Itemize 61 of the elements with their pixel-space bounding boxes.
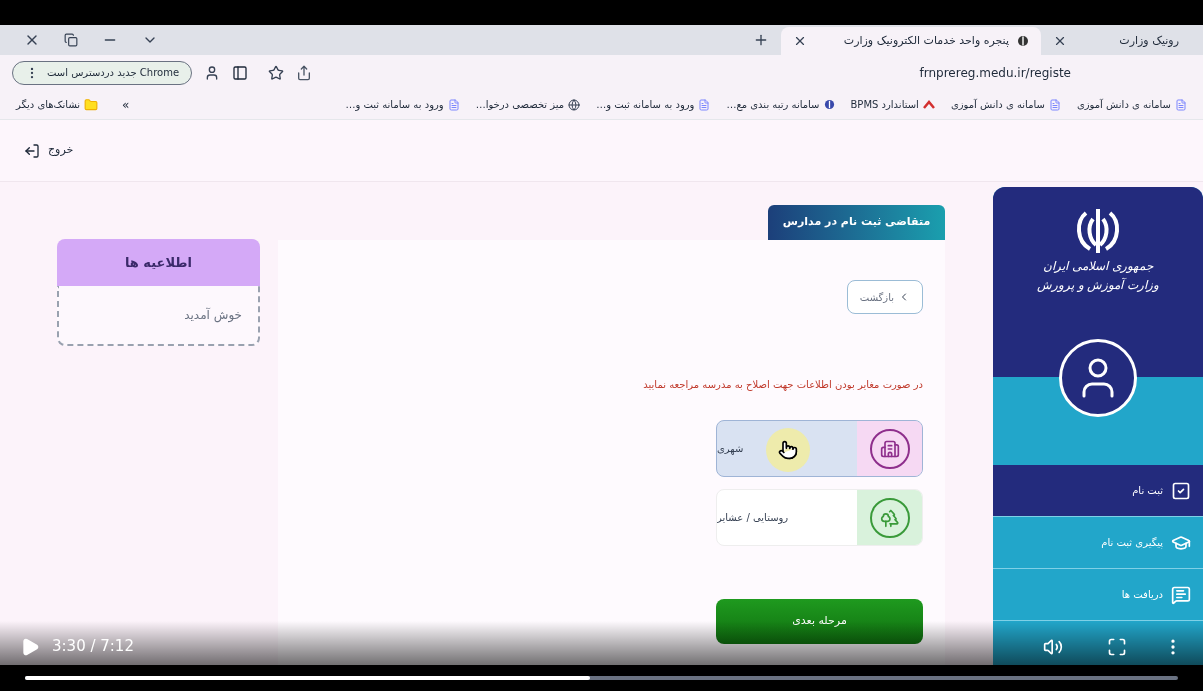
bookmark-label: سامانه ی دانش آموزی [1076,98,1171,112]
bookmark-item[interactable]: استاندارد BPMS [850,97,935,112]
bookmark-item[interactable]: میز تخصصی درخوا… [475,97,581,112]
back-button[interactable]: بازگشت [846,280,923,314]
fullscreen-icon[interactable] [1107,637,1127,657]
city-icon [869,428,910,469]
option-card[interactable]: روستایی / عشایر [716,489,923,546]
warning-text: در صورت مغایر بودن اطلاعات جهت اصلاح به مدرسه مراجعه نمایید [643,378,923,392]
bookmark-item[interactable]: سامانه ی دانش آموزی [1076,97,1187,112]
time-display: 3:30 / 7:12 [52,635,134,657]
message-icon [1171,584,1191,605]
section-tab[interactable]: متقاضی ثبت نام در مدارس [768,205,945,240]
volume-icon[interactable] [1043,637,1063,657]
logout-button[interactable]: خروج [24,142,74,159]
overflow-chevron[interactable]: « [122,95,130,114]
other-bookmarks[interactable]: نشانک‌های دیگر [16,97,99,112]
ministry-title: جمهوری اسلامی ایران [1043,259,1153,274]
restore-icon[interactable] [64,33,78,47]
page-icon [1175,98,1187,111]
folder-icon [84,97,99,112]
bookmark-item[interactable]: سامانه ی دانش آموزی [950,97,1061,112]
bookmark-label: نشانک‌های دیگر [16,98,81,112]
page-icon [447,98,460,111]
roof-icon [922,99,935,110]
bookmark-label: سامانه ی دانش آموزی [950,98,1045,112]
emblem-icon [823,99,835,110]
address-field[interactable]: frnprereg.medu.ir/registe [919,63,1191,82]
side-panel-icon[interactable] [232,64,249,81]
globe-icon [568,98,581,111]
tab-title: پنجره واحد خدمات الکترونیک وزارت [842,32,1009,49]
hand-cursor-icon [778,440,798,460]
star-icon[interactable] [268,64,285,81]
trees-icon [869,497,910,538]
update-text: Chrome جدید دردسترس است [47,66,180,80]
tab-title: رونیک وزارت [1118,32,1179,49]
bookmark-label: ورود به سامانه ثبت و… [345,98,444,112]
share-icon[interactable] [296,64,313,81]
bookmark-item[interactable]: ورود به سامانه ثبت و… [596,97,711,112]
browser-tab[interactable]: پنجره واحد خدمات الکترونیک وزارت [781,27,1041,55]
bookmark-label: ورود به سامانه ثبت و… [596,98,695,112]
new-tab-icon[interactable] [753,32,769,48]
progress-track[interactable] [25,676,1178,680]
notice-text: خوش آمدید [184,308,242,322]
bookmark-label: استاندارد BPMS [850,98,919,112]
bookmark-label: سامانه رتبه بندی مع… [726,98,820,112]
checkbox-icon [1171,480,1191,501]
close-tab-icon[interactable] [793,34,807,48]
emblem-icon [1017,35,1029,47]
notices-title: اطلاعیه ها [124,253,193,272]
play-icon[interactable] [20,637,40,657]
sidebar-item[interactable]: ثبت نام [993,465,1203,517]
page-icon [1048,98,1061,111]
bookmark-item[interactable]: سامانه رتبه بندی مع… [726,97,835,112]
page-icon [698,98,711,111]
logout-icon [24,142,40,159]
bookmark-label: میز تخصصی درخوا… [475,98,565,112]
ministry-title: وزارت آموزش و پرورش [1036,278,1160,293]
bookmark-item[interactable]: ورود به سامانه ثبت و… [345,97,460,112]
update-chip[interactable]: Chrome جدید دردسترس است [12,60,193,85]
next-button[interactable]: مرحله بعدی [716,599,923,644]
close-tab-icon[interactable] [1053,34,1067,48]
